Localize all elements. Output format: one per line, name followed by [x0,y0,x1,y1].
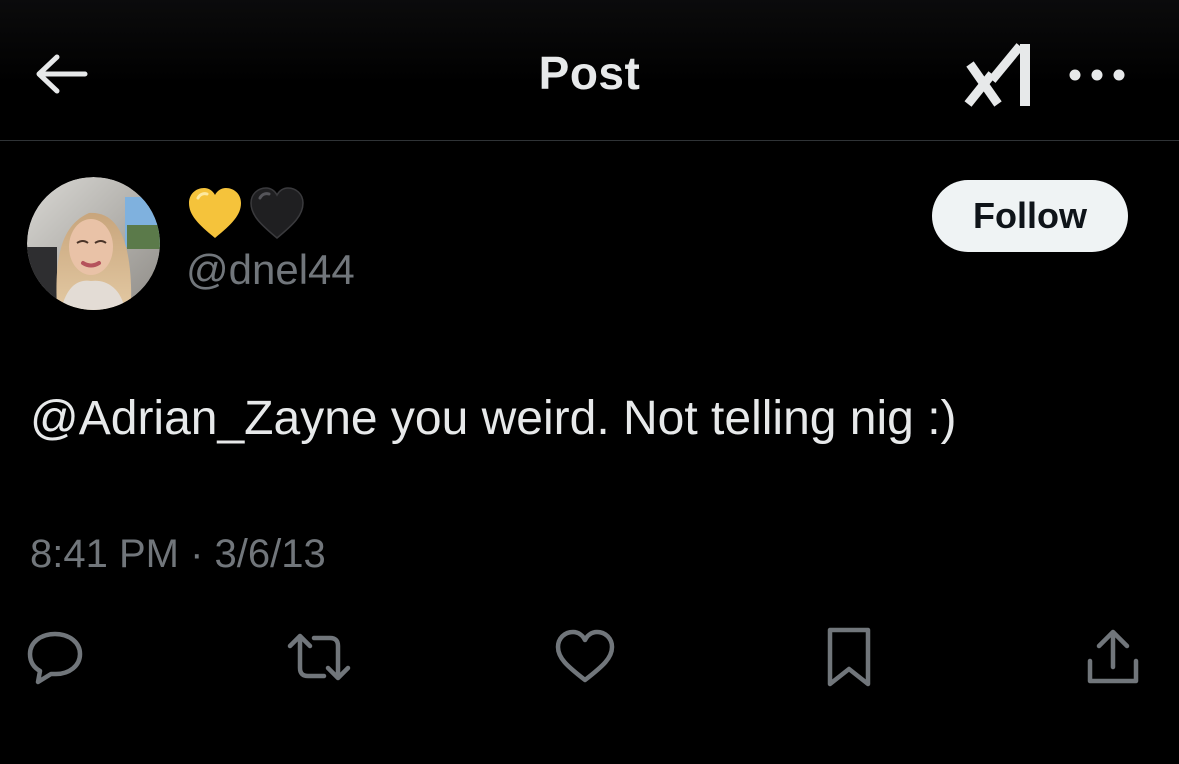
reply-icon [25,628,85,686]
heart-icon [553,628,617,686]
post-timestamp[interactable]: 8:41 PM · 3/6/13 [30,532,326,577]
user-handle[interactable]: @dnel44 [186,246,355,294]
post-text: @Adrian_Zayne you weird. Not telling nig… [30,392,957,445]
display-name[interactable] [186,186,310,246]
repost-icon [284,628,354,686]
reply-button[interactable] [20,620,90,694]
follow-button[interactable]: Follow [932,180,1128,252]
grok-button[interactable] [962,38,1038,112]
share-button[interactable] [1078,620,1148,694]
action-bar [0,620,1179,700]
repost-button[interactable] [284,620,354,694]
avatar[interactable] [27,177,160,310]
top-bar: Post [0,0,1179,141]
bookmark-icon [824,626,874,688]
more-dots-icon [1067,68,1127,82]
like-button[interactable] [550,620,620,694]
bookmark-button[interactable] [814,620,884,694]
yellow-heart-icon [186,186,244,242]
black-heart-icon [248,186,306,242]
post-page: Post @dnel44 Follow @Adrian_Zayne you we… [0,0,1179,764]
grok-icon [962,38,1038,112]
share-icon [1085,627,1141,687]
more-options-button[interactable] [1062,50,1132,100]
